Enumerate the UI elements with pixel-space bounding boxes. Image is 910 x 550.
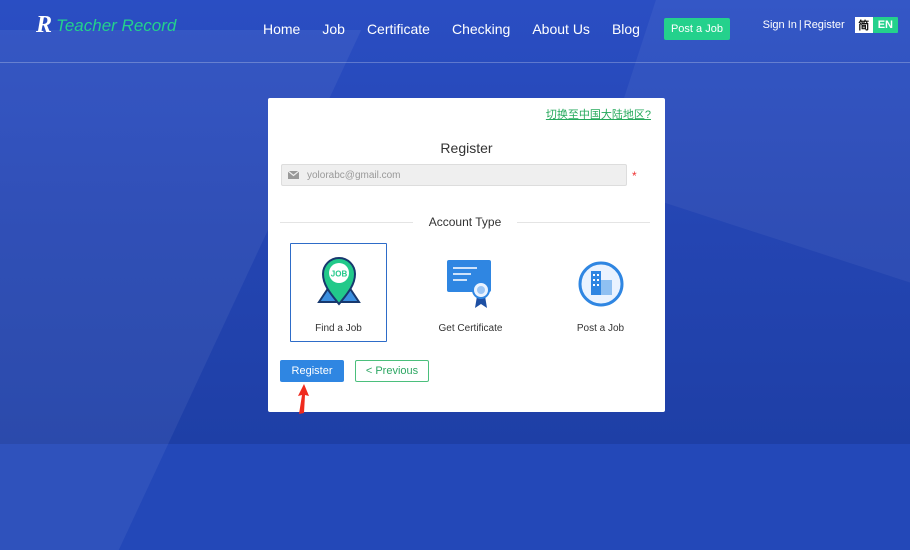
top-navigation: R Teacher Record Home Job Certificate Ch… [0, 0, 910, 63]
account-type-divider: Account Type [280, 215, 650, 229]
certificate-icon [447, 260, 491, 308]
email-input[interactable] [305, 168, 609, 182]
previous-button[interactable]: < Previous [355, 360, 429, 382]
building-icon [578, 261, 624, 307]
account-type-label: Get Certificate [438, 323, 503, 334]
page-title: Register [440, 140, 493, 156]
nav-certificate[interactable]: Certificate [367, 21, 430, 37]
language-flag-icon[interactable]: 简 [854, 17, 873, 33]
required-mark: * [632, 169, 637, 183]
register-link[interactable]: Register [804, 19, 845, 31]
register-card: 切换至中国大陆地区? Register * Account Type JOB F… [268, 98, 665, 412]
auth-links: Sign In | Register 简 EN [763, 17, 898, 33]
nav-checking[interactable]: Checking [452, 21, 510, 37]
logo-mark: R [36, 12, 53, 38]
divider-line [517, 221, 650, 223]
red-arrow-annotation-icon [298, 384, 309, 414]
nav-about-us[interactable]: About Us [532, 21, 590, 37]
account-type-get-certificate[interactable]: Get Certificate [422, 243, 519, 342]
nav-home[interactable]: Home [263, 21, 300, 37]
envelope-icon [288, 171, 299, 179]
language-en-toggle[interactable]: EN [872, 17, 898, 33]
account-type-options: JOB Find a Job Get Certificate Post a Jo… [290, 243, 650, 343]
account-type-label: Find a Job [315, 323, 362, 334]
register-button[interactable]: Register [280, 360, 344, 382]
nav-job[interactable]: Job [322, 21, 345, 37]
job-location-pin-icon: JOB [317, 257, 361, 306]
account-type-find-a-job[interactable]: JOB Find a Job [290, 243, 387, 342]
account-type-label: Account Type [428, 215, 502, 229]
nav-blog[interactable]: Blog [612, 21, 640, 37]
account-type-label: Post a Job [576, 323, 625, 334]
email-field[interactable] [281, 164, 627, 186]
main-menu: Home Job Certificate Checking About Us B… [263, 18, 730, 40]
switch-region-link[interactable]: 切换至中国大陆地区? [546, 106, 651, 122]
auth-separator: | [798, 19, 802, 31]
sign-in-link[interactable]: Sign In [763, 19, 797, 31]
logo-text: Teacher Record [56, 15, 177, 35]
account-type-post-a-job[interactable]: Post a Job [552, 243, 649, 342]
post-a-job-button[interactable]: Post a Job [663, 18, 730, 40]
divider-line [280, 221, 413, 223]
logo[interactable]: R Teacher Record [36, 12, 176, 39]
job-pin-text: JOB [331, 270, 348, 279]
